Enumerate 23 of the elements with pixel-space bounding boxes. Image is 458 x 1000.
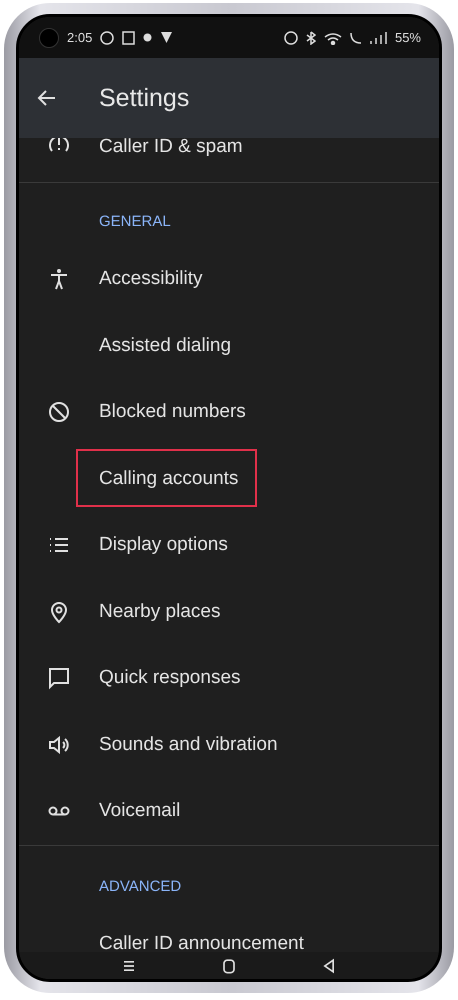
settings-item[interactable]: Assisted dialing	[19, 312, 439, 379]
dot-icon	[143, 33, 152, 42]
settings-item[interactable]: Sounds and vibration	[19, 712, 439, 778]
block-icon	[47, 400, 71, 424]
settings-item[interactable]: Voicemail	[19, 778, 439, 844]
settings-item[interactable]: Quick responses	[19, 645, 439, 712]
settings-item[interactable]: Calling accounts	[19, 446, 439, 512]
settings-item[interactable]: Accessibility	[19, 246, 439, 312]
section-header: GENERAL	[99, 213, 171, 230]
chat-icon	[47, 666, 71, 690]
screen-title: Settings	[99, 84, 190, 112]
battery-level: 55%	[394, 30, 421, 45]
settings-item[interactable]: Caller ID & spam	[19, 138, 439, 182]
status-time: 2:05	[67, 30, 92, 45]
section-header: ADVANCED	[99, 878, 182, 894]
settings-item[interactable]: Caller ID announcement	[19, 910, 439, 952]
bluetooth-icon	[306, 30, 316, 44]
wifi-icon	[324, 30, 342, 44]
settings-item[interactable]: Display options	[19, 512, 439, 578]
settings-item[interactable]: Nearby places	[19, 578, 439, 645]
camera-hole	[39, 28, 59, 48]
signal-icon	[370, 31, 387, 44]
settings-item[interactable]: Blocked numbers	[19, 379, 439, 446]
